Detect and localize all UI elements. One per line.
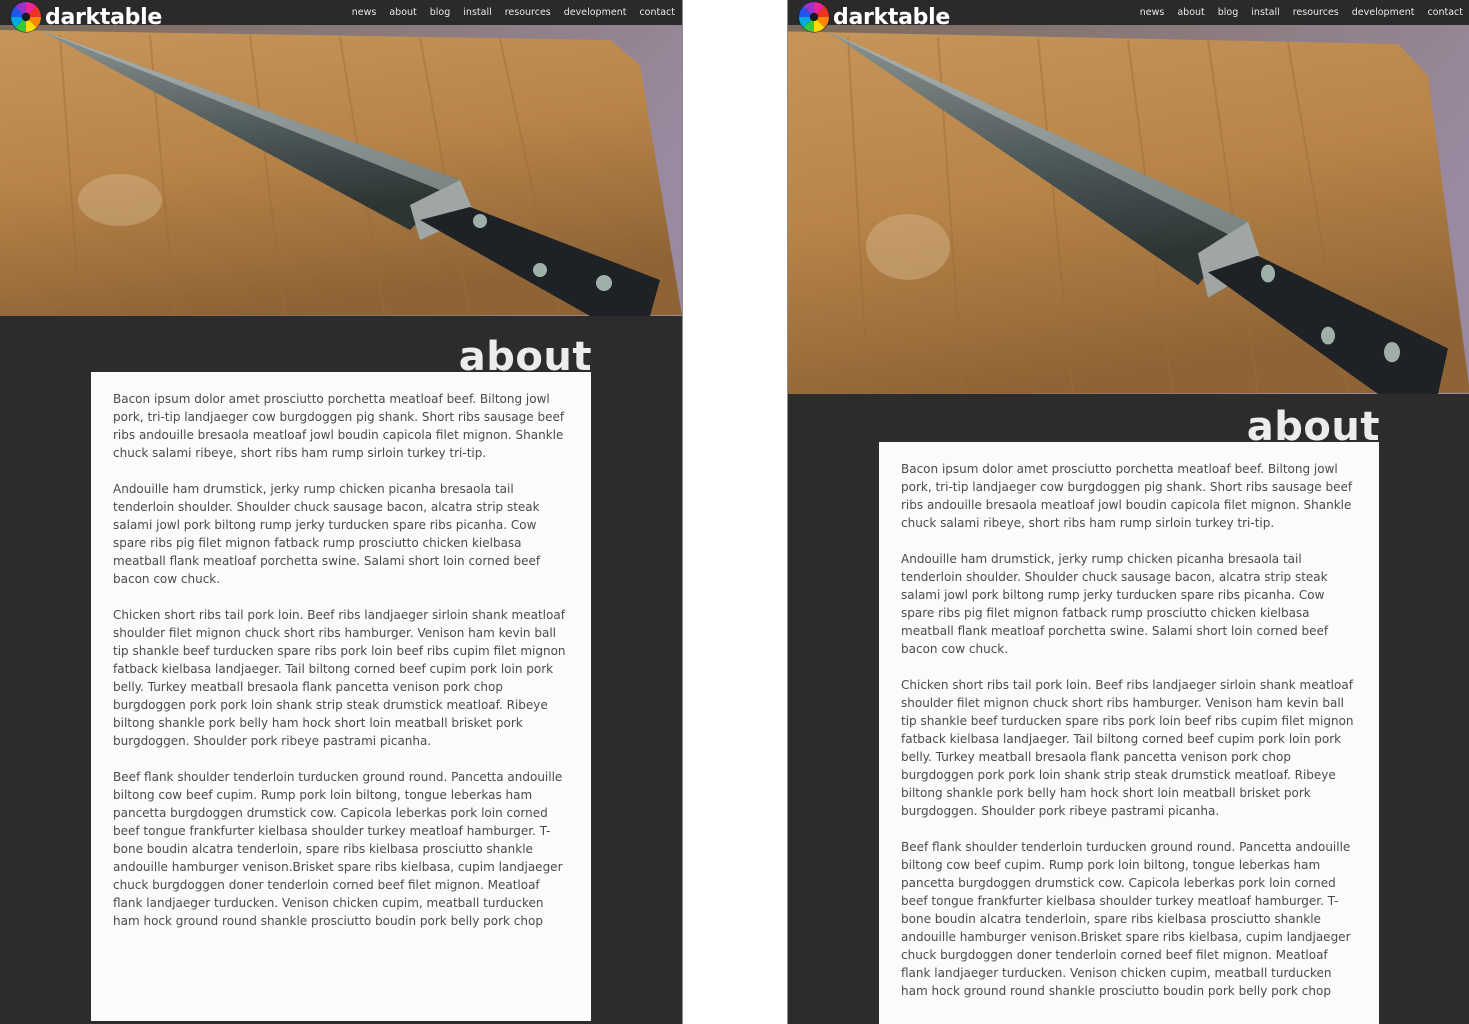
- page-title: about: [1246, 404, 1380, 450]
- nav-link-development[interactable]: development: [564, 7, 627, 18]
- top-navbar: darktable news about blog install resour…: [0, 0, 682, 33]
- darktable-aperture-icon: [798, 1, 830, 33]
- paragraph: Beef flank shoulder tenderloin turducken…: [113, 770, 563, 928]
- knife-on-cutting-board-image: [0, 25, 682, 316]
- main-nav: news about blog install resources develo…: [1127, 0, 1463, 25]
- nav-link-news[interactable]: news: [1140, 7, 1165, 18]
- hero-image: [788, 25, 1469, 394]
- logo-link[interactable]: darktable: [798, 1, 950, 33]
- nav-link-news[interactable]: news: [352, 7, 377, 18]
- brand-name: darktable: [45, 4, 162, 30]
- nav-link-resources[interactable]: resources: [1293, 7, 1339, 18]
- content-card: Bacon ipsum dolor amet prosciutto porche…: [91, 372, 591, 1021]
- paragraph: Beef flank shoulder tenderloin turducken…: [901, 840, 1351, 998]
- page-view-right: darktable news about blog install resour…: [787, 0, 1469, 1024]
- nav-link-blog[interactable]: blog: [1218, 7, 1239, 18]
- paragraph: Bacon ipsum dolor amet prosciutto porche…: [901, 462, 1353, 530]
- nav-link-resources[interactable]: resources: [505, 7, 551, 18]
- brand-name: darktable: [833, 4, 950, 30]
- nav-link-install[interactable]: install: [1251, 7, 1279, 18]
- paragraph: Andouille ham drumstick, jerky rump chic…: [901, 552, 1329, 656]
- main-nav: news about blog install resources develo…: [339, 0, 675, 25]
- paragraph: Andouille ham drumstick, jerky rump chic…: [113, 482, 541, 586]
- nav-link-blog[interactable]: blog: [430, 7, 451, 18]
- paragraph: Chicken short ribs tail pork loin. Beef …: [113, 608, 566, 748]
- nav-link-development[interactable]: development: [1352, 7, 1415, 18]
- nav-link-about[interactable]: about: [1177, 7, 1204, 18]
- top-navbar: darktable news about blog install resour…: [788, 0, 1469, 33]
- knife-on-cutting-board-image: [788, 25, 1469, 394]
- nav-link-install[interactable]: install: [463, 7, 491, 18]
- content-card: Bacon ipsum dolor amet prosciutto porche…: [879, 442, 1379, 1024]
- nav-link-contact[interactable]: contact: [1427, 7, 1463, 18]
- nav-link-about[interactable]: about: [389, 7, 416, 18]
- hero-image: [0, 25, 682, 316]
- paragraph: Chicken short ribs tail pork loin. Beef …: [901, 678, 1354, 818]
- page-view-left: darktable news about blog install resour…: [0, 0, 683, 1024]
- logo-link[interactable]: darktable: [10, 1, 162, 33]
- darktable-aperture-icon: [10, 1, 42, 33]
- nav-link-contact[interactable]: contact: [639, 7, 675, 18]
- page-title: about: [458, 334, 592, 380]
- paragraph: Bacon ipsum dolor amet prosciutto porche…: [113, 392, 565, 460]
